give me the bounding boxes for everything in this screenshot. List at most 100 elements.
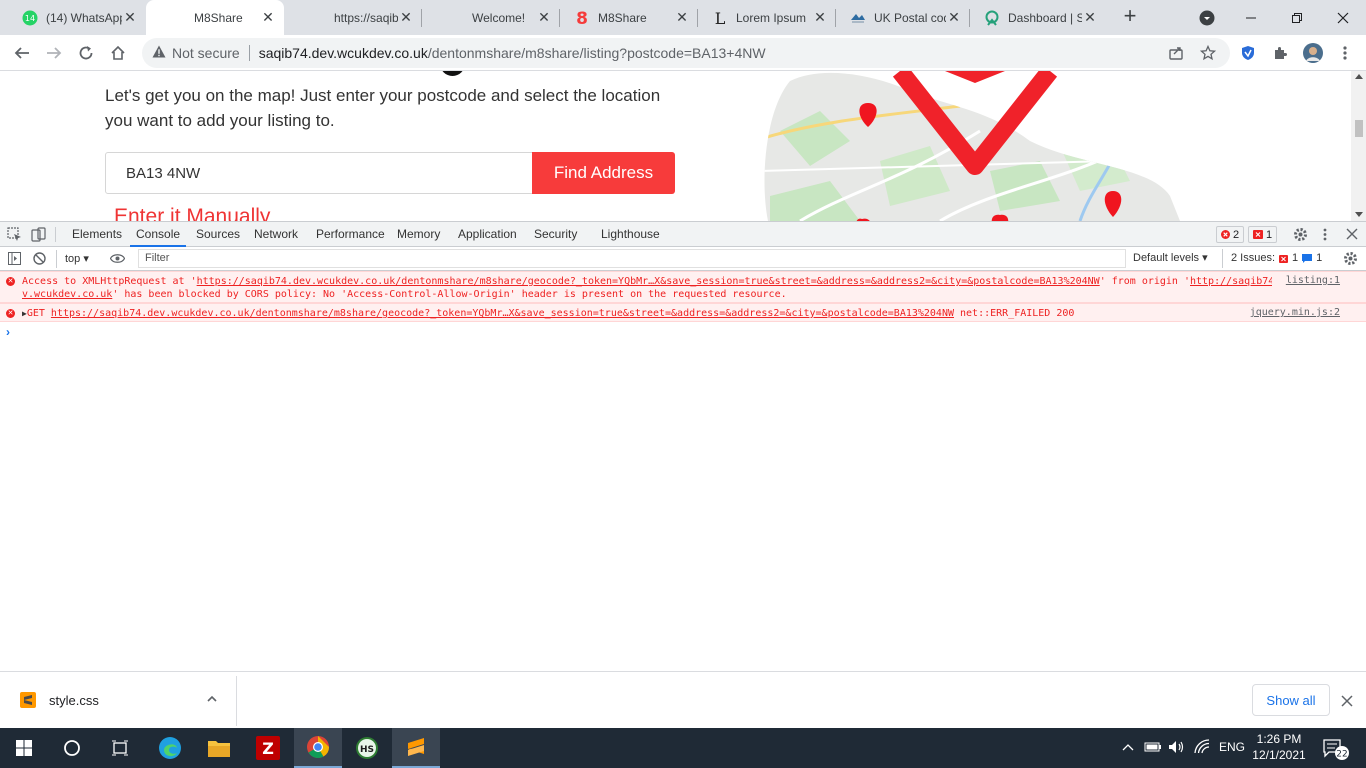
sublime-text-app[interactable]: [392, 728, 440, 768]
back-button[interactable]: [10, 41, 34, 65]
edge-app[interactable]: [146, 728, 194, 768]
issue-counter[interactable]: 1: [1248, 226, 1278, 243]
tab-whatsapp[interactable]: 14 (14) WhatsApp ✕: [8, 0, 146, 35]
restore-button[interactable]: [1274, 0, 1320, 35]
devtools-tab-console[interactable]: Console: [130, 222, 187, 247]
request-url-link[interactable]: https://saqib74.dev.wcukdev.co.uk/denton…: [197, 276, 1100, 287]
close-icon: [1337, 12, 1349, 23]
tab-m8share[interactable]: 8 M8Share ✕: [560, 0, 698, 35]
devtools-settings-icon[interactable]: [1293, 227, 1308, 245]
start-button[interactable]: [0, 728, 48, 768]
inspect-element-icon[interactable]: [7, 227, 22, 245]
chevron-up-icon[interactable]: [1122, 741, 1134, 759]
live-expression-eye-icon[interactable]: [109, 253, 126, 267]
console-filter-input[interactable]: Filter: [138, 249, 1126, 268]
devtools-tab-security[interactable]: Security: [534, 222, 577, 247]
wifi-icon[interactable]: [1194, 739, 1210, 760]
battery-icon[interactable]: [1144, 740, 1162, 759]
close-tab-icon[interactable]: ✕: [122, 9, 138, 26]
find-address-button[interactable]: Find Address: [532, 152, 675, 194]
close-tab-icon[interactable]: ✕: [398, 9, 414, 26]
close-download-bar-icon[interactable]: [1341, 694, 1353, 712]
share-icon[interactable]: [1168, 45, 1184, 64]
devtools-tab-elements[interactable]: Elements: [72, 222, 122, 247]
heidisql-app[interactable]: HS: [343, 728, 391, 768]
chrome-app[interactable]: [294, 728, 342, 768]
download-item[interactable]: style.css: [0, 676, 237, 726]
close-tab-icon[interactable]: ✕: [1082, 9, 1098, 26]
console-settings-icon[interactable]: [1343, 251, 1358, 269]
devtools-more-icon[interactable]: [1320, 227, 1330, 245]
close-tab-icon[interactable]: ✕: [946, 9, 962, 26]
request-url-link[interactable]: https://saqib74.dev.wcukdev.co.uk/denton…: [51, 308, 954, 319]
tab-title: https://saqib74: [334, 10, 398, 25]
tab-uk-postal[interactable]: UK Postal code ✕: [836, 0, 970, 35]
message-source-link[interactable]: jquery.min.js:2: [1250, 307, 1340, 318]
tab-dashboard[interactable]: Dashboard | S ✕: [970, 0, 1106, 35]
origin-link-cont[interactable]: v.wcukdev.co.uk: [22, 289, 112, 300]
context-selector[interactable]: top ▾: [56, 250, 89, 268]
log-levels-dropdown[interactable]: Default levels ▾: [1133, 251, 1208, 264]
scrollbar-thumb[interactable]: [1355, 120, 1363, 137]
devtools-close-icon[interactable]: [1346, 228, 1358, 243]
close-tab-icon[interactable]: ✕: [260, 9, 276, 26]
system-clock[interactable]: 1:26 PM 12/1/2021: [1248, 731, 1310, 763]
postcode-input[interactable]: BA13 4NW: [105, 152, 533, 194]
clock-date: 12/1/2021: [1252, 748, 1306, 762]
devtools-tab-sources[interactable]: Sources: [196, 222, 240, 247]
security-status[interactable]: Not secure: [172, 45, 240, 61]
message-source-link[interactable]: listing:1: [1286, 275, 1340, 286]
tab-search-button[interactable]: [1184, 0, 1230, 35]
tab-welcome[interactable]: Welcome! ✕: [422, 0, 560, 35]
issue-info-icon: [1302, 254, 1313, 263]
forward-button[interactable]: [42, 41, 66, 65]
shield-icon: [1242, 46, 1254, 60]
address-bar[interactable]: Not secure saqib74.dev.wcukdev.co.uk /de…: [142, 38, 1230, 68]
devtools-tab-memory[interactable]: Memory: [397, 222, 440, 247]
chevron-up-icon[interactable]: [206, 692, 218, 710]
shield-extension-button[interactable]: [1236, 41, 1260, 65]
forward-arrow-icon: [47, 47, 62, 59]
svg-text:HS: HS: [360, 745, 374, 755]
extensions-button[interactable]: [1268, 41, 1292, 65]
page-scrollbar[interactable]: [1351, 71, 1366, 221]
console-prompt-chevron-icon[interactable]: ›: [6, 325, 10, 339]
scroll-down-icon[interactable]: [1355, 212, 1363, 217]
tab-lorem-ipsum[interactable]: L Lorem Ipsum ✕: [698, 0, 836, 35]
notification-center-icon[interactable]: 22: [1323, 738, 1351, 765]
enter-manually-link[interactable]: Enter it Manually: [114, 205, 270, 221]
show-all-downloads-button[interactable]: Show all: [1252, 684, 1330, 716]
devtools-tab-lighthouse[interactable]: Lighthouse: [601, 222, 660, 247]
filezilla-app[interactable]: Z: [244, 728, 292, 768]
tab-m8share-active[interactable]: M8Share ✕: [146, 0, 284, 35]
file-explorer-app[interactable]: [195, 728, 243, 768]
task-view-button[interactable]: [96, 728, 144, 768]
bookmark-star-icon[interactable]: [1199, 44, 1217, 64]
close-tab-icon[interactable]: ✕: [674, 9, 690, 26]
warning-triangle-icon[interactable]: [152, 45, 166, 61]
home-button[interactable]: [106, 41, 130, 65]
devtools-tab-performance[interactable]: Performance: [316, 222, 385, 247]
input-language[interactable]: ENG: [1219, 740, 1245, 754]
scroll-up-icon[interactable]: [1355, 74, 1363, 79]
devtools-tab-network[interactable]: Network: [254, 222, 298, 247]
clear-console-icon[interactable]: [33, 252, 46, 268]
console-toolbar: top ▾ Filter Default levels ▾ 2 Issues: …: [0, 247, 1366, 271]
search-button[interactable]: [48, 728, 96, 768]
issues-button[interactable]: 2 Issues: 1 1: [1222, 249, 1322, 268]
new-tab-button[interactable]: +: [1119, 5, 1141, 28]
browser-menu-button[interactable]: [1333, 41, 1357, 65]
error-counter[interactable]: 2: [1216, 226, 1245, 243]
minimize-button[interactable]: [1228, 0, 1274, 35]
reload-button[interactable]: [74, 41, 98, 65]
sidebar-toggle-icon[interactable]: [8, 252, 21, 268]
devtools-tab-application[interactable]: Application: [458, 222, 517, 247]
volume-icon[interactable]: [1168, 739, 1186, 760]
profile-button[interactable]: [1301, 41, 1325, 65]
close-tab-icon[interactable]: ✕: [812, 9, 828, 26]
close-window-button[interactable]: [1320, 0, 1366, 35]
close-tab-icon[interactable]: ✕: [536, 9, 552, 26]
tab-saqib-url[interactable]: https://saqib74 ✕: [284, 0, 422, 35]
origin-link[interactable]: http://saqib74.de: [1190, 276, 1272, 287]
device-toolbar-icon[interactable]: [31, 227, 46, 245]
